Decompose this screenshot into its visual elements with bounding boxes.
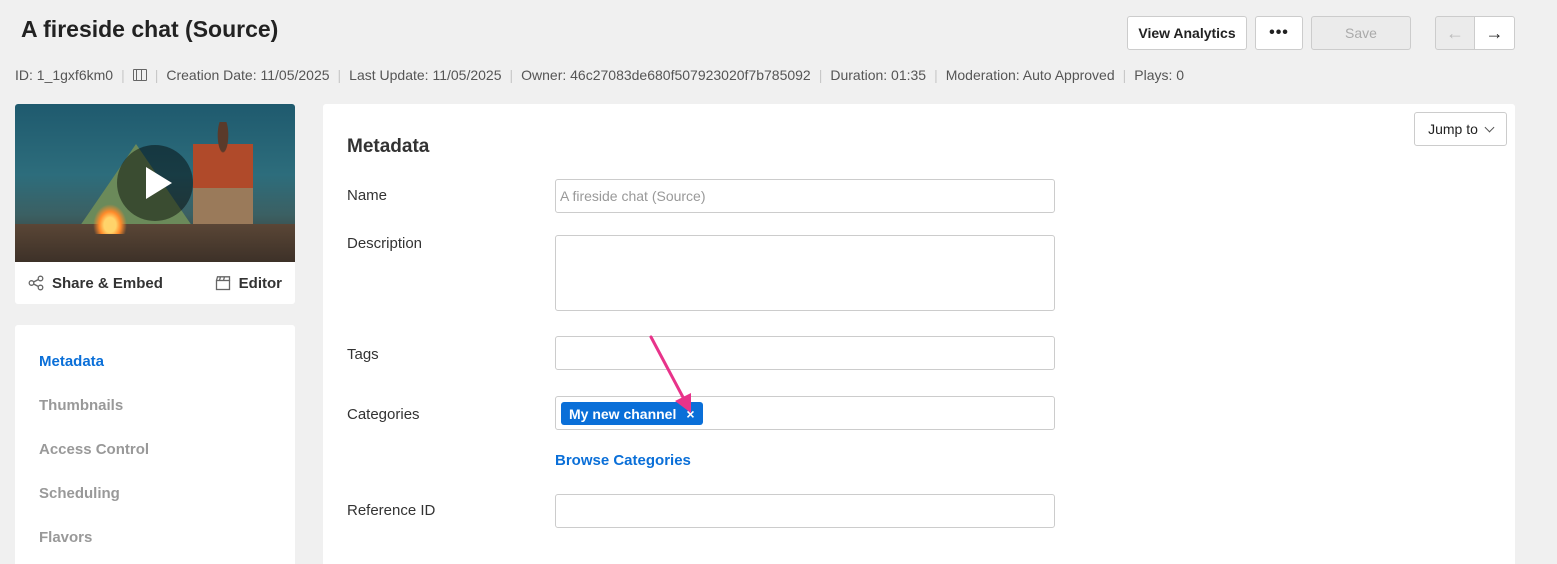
duration: Duration: 01:35 — [830, 67, 927, 83]
last-update: Last Update: 11/05/2025 — [349, 67, 502, 83]
share-embed-button[interactable]: Share & Embed — [28, 275, 163, 292]
entry-id: ID: 1_1gxf6km0 — [15, 67, 114, 83]
name-input[interactable] — [555, 179, 1055, 213]
owner: Owner: 46c27083de680f507923020f7b785092 — [521, 67, 811, 83]
thumbnail-person — [193, 122, 253, 232]
divider: | — [509, 67, 514, 83]
more-options-button[interactable]: ••• — [1255, 16, 1303, 50]
next-entry-button[interactable]: → — [1475, 16, 1515, 50]
editor-label: Editor — [238, 274, 282, 292]
sidebar-item-thumbnails[interactable]: Thumbnails — [15, 397, 295, 441]
entry-navigation: ← → — [1435, 16, 1515, 50]
tags-label: Tags — [347, 346, 379, 363]
divider: | — [337, 67, 342, 83]
description-textarea[interactable] — [555, 235, 1055, 311]
clapperboard-icon — [215, 275, 231, 291]
name-label: Name — [347, 187, 388, 204]
sidebar-item-scheduling[interactable]: Scheduling — [15, 485, 295, 529]
section-title: Metadata — [347, 136, 430, 157]
play-icon — [145, 167, 172, 199]
jump-to-dropdown[interactable]: Jump to — [1414, 112, 1507, 146]
creation-date: Creation Date: 11/05/2025 — [166, 67, 330, 83]
section-sidebar: Metadata Thumbnails Access Control Sched… — [15, 325, 295, 564]
save-button[interactable]: Save — [1311, 16, 1411, 50]
sidebar-item-flavors[interactable]: Flavors — [15, 529, 295, 564]
chevron-down-icon — [1484, 122, 1495, 132]
categories-label: Categories — [347, 406, 420, 423]
entry-metadata-bar: ID: 1_1gxf6km0 | | Creation Date: 11/05/… — [15, 67, 1184, 83]
divider: | — [121, 67, 125, 83]
moderation-status: Moderation: Auto Approved — [945, 67, 1115, 83]
page-title: A fireside chat (Source) — [21, 16, 279, 42]
divider: | — [154, 67, 159, 83]
browse-categories-link[interactable]: Browse Categories — [555, 452, 691, 469]
tags-input[interactable] — [555, 336, 1055, 370]
video-thumbnail[interactable] — [15, 104, 295, 262]
plays-count: Plays: 0 — [1134, 67, 1185, 83]
categories-input[interactable]: My new channel × — [555, 396, 1055, 430]
video-actions: Share & Embed Editor — [15, 262, 295, 304]
thumbnail-ground — [15, 224, 295, 262]
reference-id-input[interactable] — [555, 494, 1055, 528]
metadata-panel: Jump to Metadata Name Description Tags C… — [323, 104, 1515, 564]
divider: | — [934, 67, 938, 83]
play-button[interactable] — [117, 145, 193, 221]
reference-id-label: Reference ID — [347, 502, 436, 519]
header-actions: View Analytics ••• Save — [1127, 16, 1411, 50]
view-analytics-button[interactable]: View Analytics — [1127, 16, 1247, 50]
sidebar-item-access-control[interactable]: Access Control — [15, 441, 295, 485]
thumbnail-campfire — [93, 204, 127, 234]
divider: | — [1122, 67, 1127, 83]
video-card: Share & Embed Editor — [15, 104, 295, 304]
divider: | — [818, 67, 823, 83]
jump-to-label: Jump to — [1428, 121, 1478, 137]
description-label: Description — [347, 235, 423, 252]
film-icon — [132, 69, 147, 81]
editor-button[interactable]: Editor — [215, 275, 282, 292]
sidebar-item-metadata[interactable]: Metadata — [15, 353, 295, 397]
annotation-arrow-icon — [649, 335, 691, 413]
previous-entry-button[interactable]: ← — [1435, 16, 1475, 50]
share-icon — [28, 275, 44, 291]
share-embed-label: Share & Embed — [52, 274, 163, 292]
